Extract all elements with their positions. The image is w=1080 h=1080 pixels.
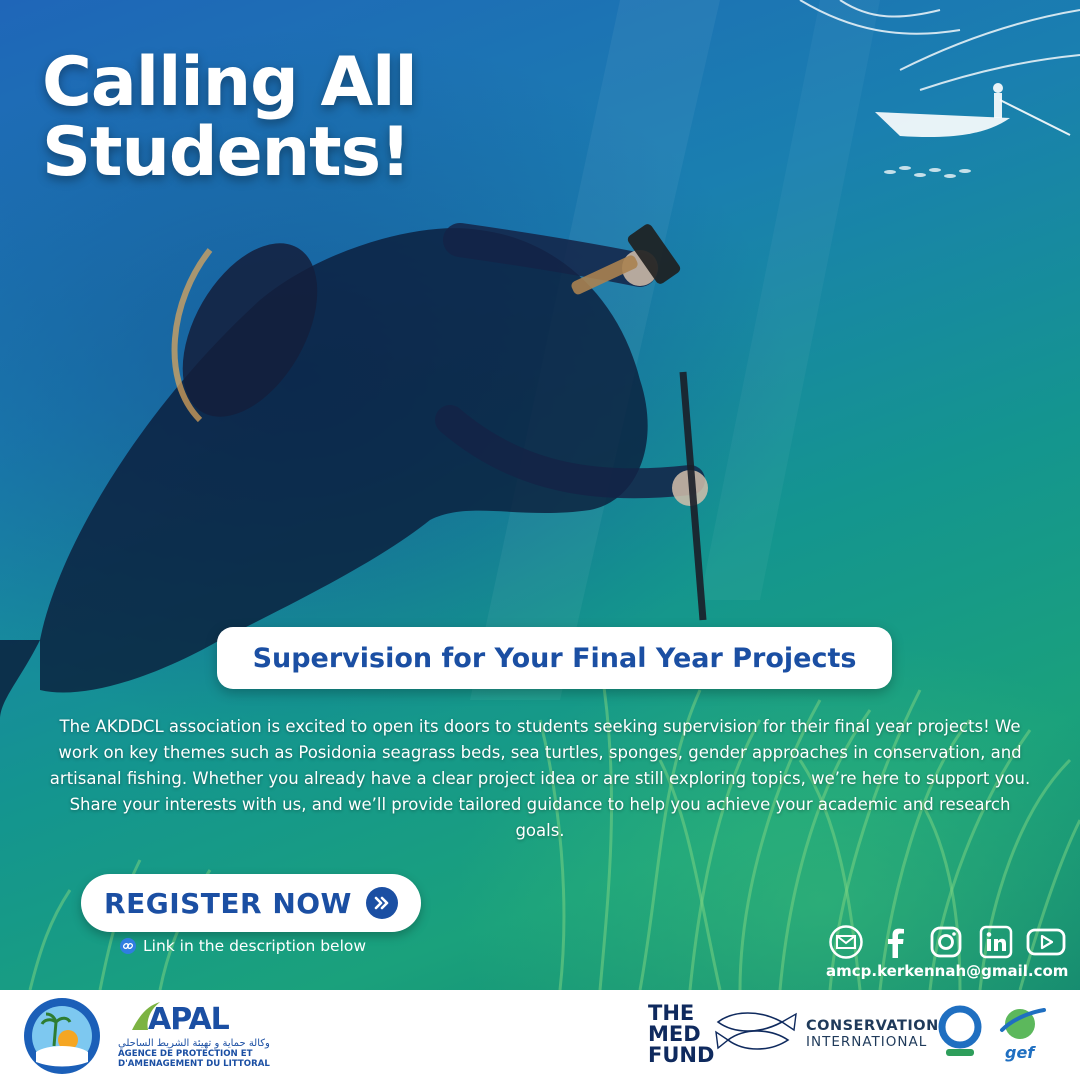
medfund-wordmark: THE MED FUND — [648, 1003, 714, 1066]
social-links — [826, 923, 1066, 961]
register-now-label: REGISTER NOW — [104, 886, 352, 920]
headline-line1: Calling All — [42, 43, 418, 122]
fisherman-head — [993, 83, 1003, 93]
register-now-button[interactable]: REGISTER NOW — [81, 874, 421, 932]
subtitle-banner: Supervision for Your Final Year Projects — [217, 627, 892, 689]
double-chevron-right-icon — [365, 887, 398, 919]
linkedin-icon[interactable] — [976, 923, 1016, 961]
ci-line1: CONSERVATION — [806, 1018, 939, 1034]
boat-pole — [999, 99, 1071, 136]
fisherman-body — [994, 93, 1002, 118]
gef-globe-icon — [1000, 1008, 1046, 1039]
youtube-icon[interactable] — [1026, 923, 1066, 961]
apal-wordmark: APAL — [148, 1002, 230, 1037]
medfund-fish-icon — [715, 1012, 797, 1050]
fish-school — [884, 166, 971, 178]
apal-french-name: AGENCE DE PROTECTION ET D'AMENAGEMENT DU… — [118, 1049, 270, 1069]
apal-arabic-name: وكالة حماية و تهيئة الشريط الساحلي — [118, 1038, 270, 1049]
apal-french-line2: D'AMENAGEMENT DU LITTORAL — [118, 1059, 270, 1069]
boat-silhouette — [875, 112, 1010, 138]
link-note: Link in the description below — [120, 937, 366, 955]
instagram-icon[interactable] — [926, 923, 966, 961]
headline-line2: Students! — [42, 113, 411, 192]
gef-wordmark: gef — [1005, 1043, 1035, 1062]
email-icon[interactable] — [826, 923, 866, 961]
diver-leg — [0, 640, 40, 720]
medfund-line3: FUND — [648, 1043, 715, 1067]
ci-line2: INTERNATIONAL — [806, 1034, 928, 1050]
link-note-text: Link in the description below — [143, 937, 367, 955]
facebook-icon[interactable] — [876, 923, 916, 961]
headline: Calling All Students! — [42, 43, 418, 192]
apal-french-line1: AGENCE DE PROTECTION ET — [118, 1049, 253, 1059]
description-paragraph: The AKDDCL association is excited to ope… — [49, 717, 1031, 840]
subtitle-text: Supervision for Your Final Year Projects — [252, 642, 857, 674]
association-logo — [24, 998, 100, 1074]
medfund-line2: MED — [648, 1022, 701, 1046]
contact-email[interactable]: amcp.kerkennah@gmail.com — [826, 962, 1068, 980]
light-ray — [700, 0, 880, 600]
medfund-line1: THE — [648, 1001, 695, 1025]
conservation-international-wordmark: CONSERVATION INTERNATIONAL — [806, 1018, 939, 1050]
poster: Calling All Students! Supervision for Yo… — [0, 0, 1080, 1080]
link-icon — [120, 938, 136, 954]
conservation-international-logo — [938, 1005, 982, 1056]
